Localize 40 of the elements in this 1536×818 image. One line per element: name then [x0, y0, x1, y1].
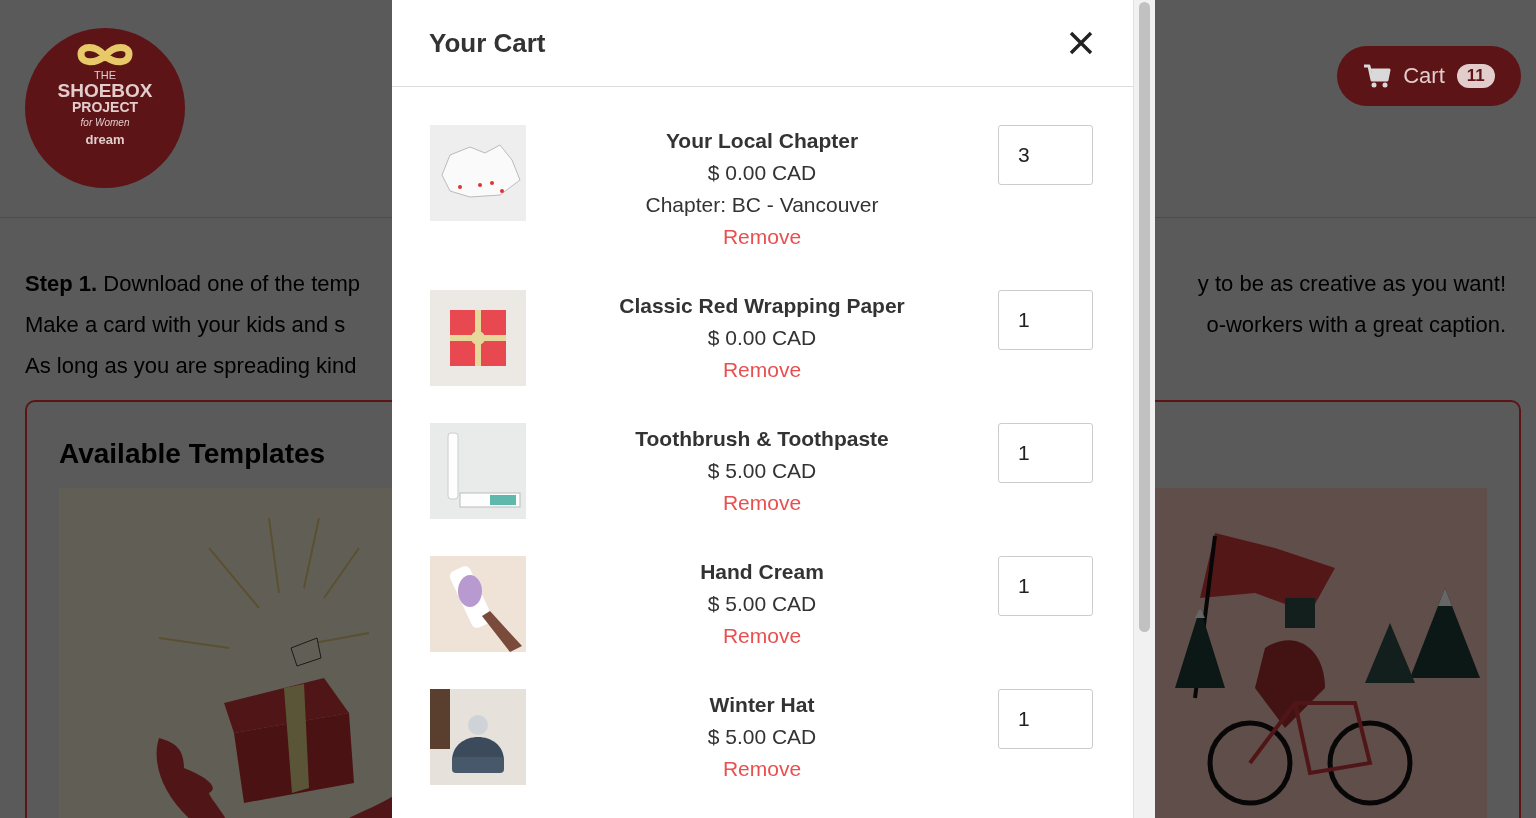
quantity-field[interactable]: 1 [998, 423, 1093, 483]
scrollbar[interactable] [1133, 0, 1155, 818]
intro-text: Step 1. Download one of the temp [25, 270, 362, 298]
logo[interactable]: THE SHOEBOX PROJECT for Women dream [25, 28, 185, 188]
cart-icon [1363, 63, 1392, 89]
product-price: $ 5.00 CAD [707, 591, 817, 617]
product-price: $ 5.00 CAD [707, 458, 817, 484]
intro-text: As long as you are spreading kind [25, 352, 358, 380]
close-icon[interactable] [1069, 31, 1093, 55]
dialog-title: Your Cart [429, 27, 546, 59]
remove-link[interactable]: Remove [722, 620, 802, 652]
product-name: Your Local Chapter [665, 128, 859, 154]
quantity-field[interactable]: 1 [998, 689, 1093, 749]
product-name: Hand Cream [700, 559, 824, 585]
quantity-field[interactable]: 3 [998, 125, 1093, 185]
logo-text: THE [94, 70, 116, 81]
cart-button[interactable]: Cart 11 [1337, 46, 1521, 106]
logo-tagline: for Women [80, 117, 130, 128]
logo-text: SHOEBOX [57, 81, 153, 100]
chapter-text: Chapter: BC - Vancouver [645, 192, 879, 218]
logo-text: PROJECT [71, 100, 139, 114]
scrollbar-thumb[interactable] [1139, 2, 1150, 632]
intro-text: Make a card with your kids and s [25, 311, 347, 339]
product-name: Toothbrush & Toothpaste [635, 426, 889, 452]
product-price: $ 0.00 CAD [707, 160, 817, 186]
product-name: Winter Hat [709, 692, 815, 718]
remove-link[interactable]: Remove [722, 753, 802, 785]
remove-link[interactable]: Remove [722, 487, 802, 519]
remove-link[interactable]: Remove [722, 221, 802, 253]
intro-text: y to be as creative as you want! [1197, 270, 1506, 298]
quantity-field[interactable]: 1 [998, 556, 1093, 616]
intro-text: o-workers with a great caption. [1206, 311, 1506, 339]
product-price: $ 0.00 CAD [707, 325, 817, 351]
remove-link[interactable]: Remove [722, 354, 802, 386]
brand-text: dream [85, 132, 125, 147]
product-price: $ 5.00 CAD [707, 724, 817, 750]
count-badge: 11 [1456, 64, 1495, 88]
product-name: Classic Red Wrapping Paper [619, 293, 905, 319]
quantity-field[interactable]: 1 [998, 290, 1093, 350]
bow-icon [77, 44, 133, 68]
